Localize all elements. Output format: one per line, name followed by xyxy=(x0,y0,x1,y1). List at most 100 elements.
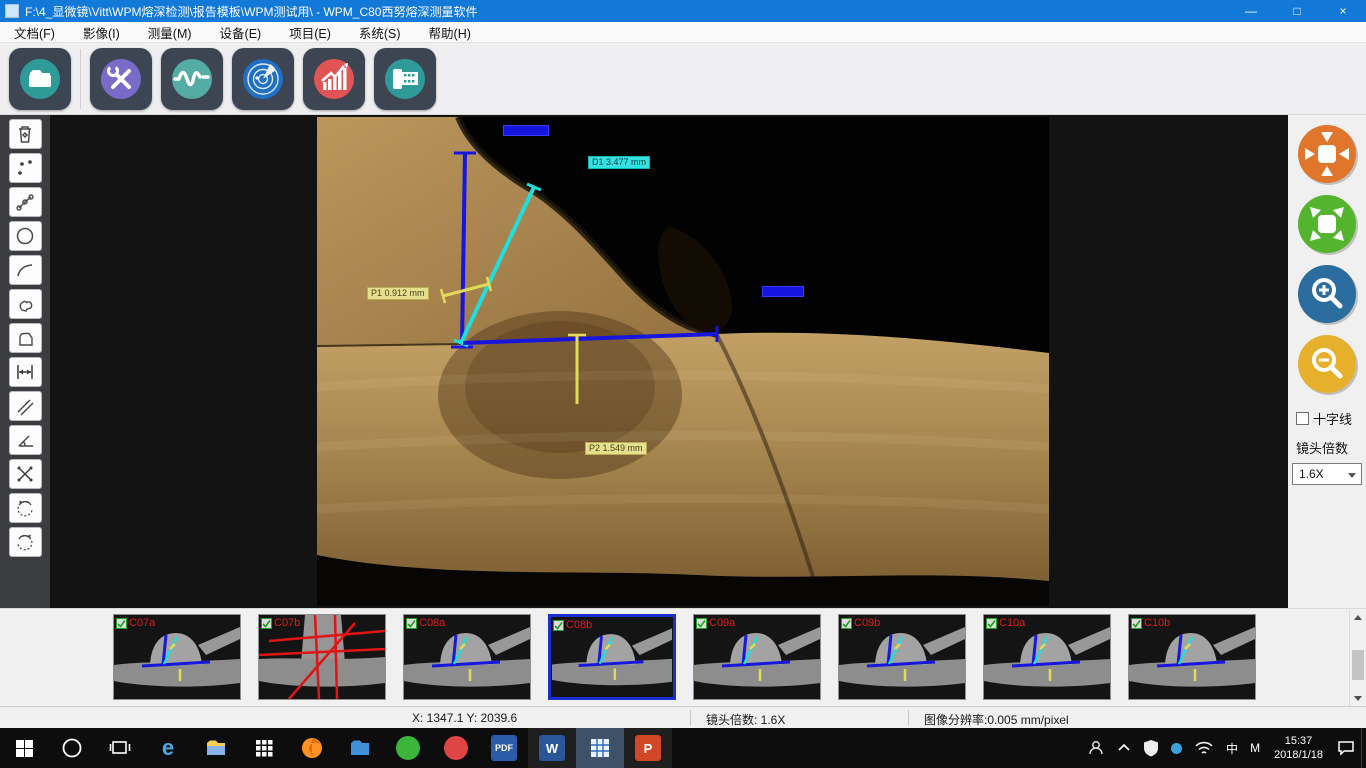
scroll-up-button[interactable] xyxy=(1350,610,1366,625)
tools-settings-button[interactable] xyxy=(90,48,152,110)
scrollbar-thumb[interactable] xyxy=(1352,650,1364,680)
thumbnail-c08a[interactable]: C08a xyxy=(403,614,531,700)
firefox-button[interactable] xyxy=(288,728,336,768)
circle-tool[interactable] xyxy=(9,221,42,251)
thumbnail-checkbox[interactable] xyxy=(116,618,127,629)
freeform-region-tool[interactable] xyxy=(9,289,42,319)
cortana-circle-icon xyxy=(61,737,83,759)
arc-tool[interactable] xyxy=(9,255,42,285)
thumbnail-label: C10b xyxy=(1144,617,1170,629)
pdf-app-button[interactable]: PDF xyxy=(480,728,528,768)
measure-label-p1[interactable]: P1 0.912 mm xyxy=(367,287,429,300)
rotate-cw-tool[interactable] xyxy=(9,527,42,557)
thumbnail-scrollbar[interactable] xyxy=(1349,610,1365,706)
lens-magnification-value: 1.6X xyxy=(1299,467,1324,481)
zoom-in-button[interactable] xyxy=(1296,263,1358,325)
file-explorer-button[interactable] xyxy=(192,728,240,768)
open-project-button[interactable] xyxy=(9,48,71,110)
thumbnail-checkbox[interactable] xyxy=(553,620,564,631)
scroll-down-button[interactable] xyxy=(1350,691,1366,706)
action-center-button[interactable] xyxy=(1331,728,1361,768)
cross-lines-tool[interactable] xyxy=(9,459,42,489)
rotate-cw-icon xyxy=(13,530,37,554)
red-browser-button[interactable] xyxy=(432,728,480,768)
thumbnail-c10b[interactable]: C10b xyxy=(1128,614,1256,700)
show-desktop-button[interactable] xyxy=(1361,728,1366,768)
network-button[interactable] xyxy=(1188,728,1220,768)
tray-overflow-button[interactable] xyxy=(1111,728,1137,768)
parallel-lines-tool[interactable] xyxy=(9,391,42,421)
fit-to-window-button[interactable] xyxy=(1296,123,1358,185)
word-button[interactable]: W xyxy=(528,728,576,768)
measure-label-p2[interactable]: P2 1.549 mm xyxy=(585,442,647,455)
menu-measure[interactable]: 测量(M) xyxy=(134,22,206,43)
polygon-tool[interactable] xyxy=(9,323,42,353)
thumbnail-checkbox[interactable] xyxy=(406,618,417,629)
polygon-icon xyxy=(13,326,37,350)
radar-detect-button[interactable] xyxy=(232,48,294,110)
ime-indicator[interactable]: 中 xyxy=(1220,728,1244,768)
thumbnail-checkbox[interactable] xyxy=(986,618,997,629)
polyline-tool[interactable] xyxy=(9,187,42,217)
people-button[interactable] xyxy=(1081,728,1111,768)
menu-device[interactable]: 设备(E) xyxy=(206,22,276,43)
angle-tool[interactable] xyxy=(9,425,42,455)
menu-document[interactable]: 文档(F) xyxy=(0,22,69,43)
menu-project[interactable]: 项目(E) xyxy=(275,22,345,43)
image-canvas[interactable]: D1 3.477 mm P1 0.912 mm P2 1.549 mm xyxy=(50,115,1288,608)
thumbnail-checkbox[interactable] xyxy=(1131,618,1142,629)
menu-help[interactable]: 帮助(H) xyxy=(415,22,485,43)
menu-image[interactable]: 影像(I) xyxy=(69,22,134,43)
crosshair-checkbox[interactable] xyxy=(1296,412,1309,425)
actual-size-button[interactable] xyxy=(1296,193,1358,255)
thumbnail-c09a[interactable]: C09a xyxy=(693,614,821,700)
clock[interactable]: 15:37 2018/1/18 xyxy=(1266,728,1331,768)
thumbnail-checkbox[interactable] xyxy=(841,618,852,629)
maximize-button[interactable]: □ xyxy=(1274,0,1320,22)
green-browser-button[interactable] xyxy=(384,728,432,768)
red-browser-icon xyxy=(444,736,468,760)
thumbnail-c10a[interactable]: C10a xyxy=(983,614,1111,700)
thumbnail-label: C09a xyxy=(709,617,735,629)
report-chart-button[interactable] xyxy=(303,48,365,110)
grid-app-button[interactable] xyxy=(240,728,288,768)
width-arrow-icon xyxy=(13,360,37,384)
task-view-button[interactable] xyxy=(96,728,144,768)
radar-icon xyxy=(240,56,286,102)
minimize-button[interactable]: — xyxy=(1228,0,1274,22)
waveform-button[interactable] xyxy=(161,48,223,110)
powerpoint-button[interactable]: P xyxy=(624,728,672,768)
horizontal-distance-tool[interactable] xyxy=(9,357,42,387)
zoom-out-button[interactable] xyxy=(1296,333,1358,395)
close-button[interactable]: × xyxy=(1320,0,1366,22)
film-capture-button[interactable] xyxy=(374,48,436,110)
crosshair-option[interactable]: 十字线 xyxy=(1288,409,1366,428)
menu-system[interactable]: 系统(S) xyxy=(345,22,415,43)
thumbnail-checkbox[interactable] xyxy=(696,618,707,629)
thumbnail-checkbox[interactable] xyxy=(261,618,272,629)
thumbnail-c09b[interactable]: C09b xyxy=(838,614,966,700)
thumbnail-c07b[interactable]: C07b xyxy=(258,614,386,700)
thumbnail-c07a[interactable]: C07a xyxy=(113,614,241,700)
measure-tools-strip xyxy=(0,115,50,608)
tray-app-button[interactable] xyxy=(1165,728,1188,768)
defender-button[interactable] xyxy=(1137,728,1165,768)
blue-folder-button[interactable] xyxy=(336,728,384,768)
main-toolbar xyxy=(0,43,1366,115)
wpm-app-button-active[interactable] xyxy=(576,728,624,768)
measure-label-blue-top[interactable] xyxy=(503,125,549,136)
thumbnail-c08b-selected[interactable]: C08b xyxy=(548,614,676,700)
measure-label-d1[interactable]: D1 3.477 mm xyxy=(588,156,650,169)
points-tool[interactable] xyxy=(9,153,42,183)
status-lens-magnification: 镜头倍数: 1.6X xyxy=(706,711,785,728)
measure-label-blue-right[interactable] xyxy=(762,286,804,297)
status-separator xyxy=(908,710,909,726)
lens-magnification-select[interactable]: 1.6X xyxy=(1292,463,1362,485)
start-button[interactable] xyxy=(0,728,48,768)
delete-trash-tool[interactable] xyxy=(9,119,42,149)
rotate-ccw-tool[interactable] xyxy=(9,493,42,523)
edge-browser-button[interactable]: e xyxy=(144,728,192,768)
weld-micrograph[interactable]: D1 3.477 mm P1 0.912 mm P2 1.549 mm xyxy=(317,117,1049,606)
cortana-search-button[interactable] xyxy=(48,728,96,768)
tray-letter-app[interactable]: M xyxy=(1244,728,1266,768)
